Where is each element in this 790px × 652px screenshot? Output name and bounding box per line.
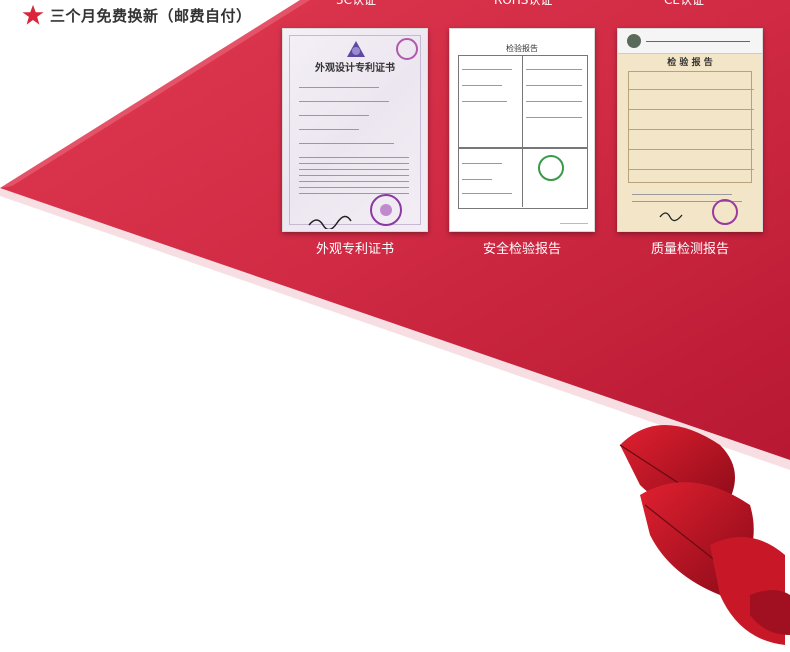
safety-doc-title: 检验报告 xyxy=(506,44,538,53)
signature-icon xyxy=(659,212,683,222)
patent-certificate-image: 外观设计专利证书 xyxy=(282,28,428,232)
signature-icon xyxy=(308,215,352,229)
safety-report-image: 检验报告 xyxy=(449,28,595,232)
red-leaves-decoration xyxy=(619,425,790,645)
star-icon xyxy=(22,4,44,25)
quality-report-label: 质量检测报告 xyxy=(650,242,729,257)
free-replacement-badge: 三个月免费换新（邮费自付） xyxy=(22,4,252,26)
patent-certificate-label: 外观专利证书 xyxy=(315,242,394,257)
badge-text: 三个月免费换新（邮费自付） xyxy=(50,6,252,25)
institute-logo-icon xyxy=(627,34,641,48)
official-seal-icon xyxy=(370,194,402,226)
quality-report-image: 检 验 报 告 xyxy=(617,28,763,232)
quality-doc-title: 检 验 报 告 xyxy=(667,58,713,68)
quality-seal-icon xyxy=(712,199,738,225)
top-label-ce: CE认证 xyxy=(664,0,704,7)
patent-logo-icon xyxy=(347,41,365,57)
stamp-seal-icon xyxy=(396,38,418,60)
report-table-bottom xyxy=(458,147,588,209)
patent-doc-title: 外观设计专利证书 xyxy=(315,63,395,74)
report-grid xyxy=(628,71,752,183)
inspection-seal-icon xyxy=(538,155,564,181)
top-label-rohs: ROHS认证 xyxy=(494,0,553,7)
safety-report-label: 安全检验报告 xyxy=(482,242,561,257)
top-label-3c: 3C认证 xyxy=(336,0,377,7)
report-header-bar xyxy=(618,29,762,54)
